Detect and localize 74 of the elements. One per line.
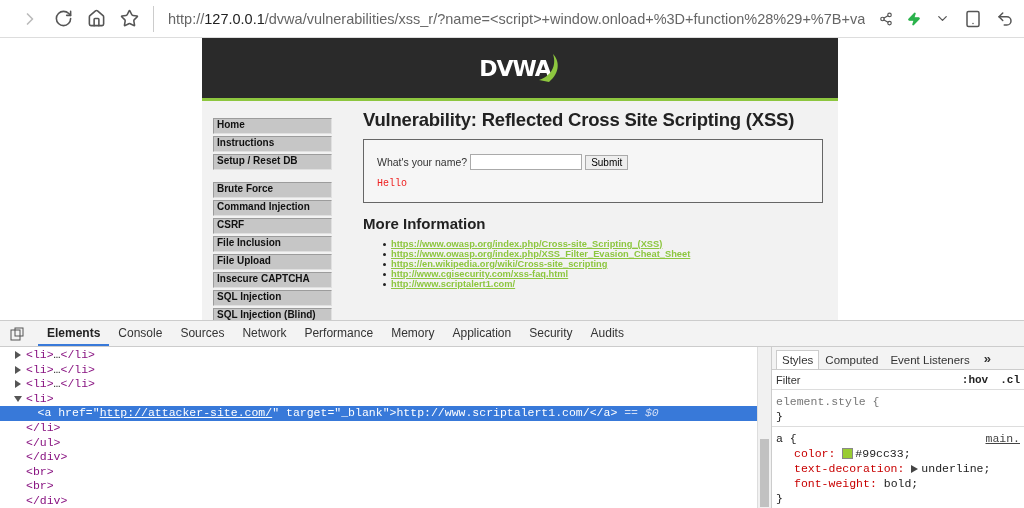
dom-line[interactable]: <br> xyxy=(0,479,757,494)
cls-toggle[interactable]: .cl xyxy=(1000,373,1020,386)
color-swatch[interactable] xyxy=(842,448,854,459)
tablet-icon[interactable] xyxy=(964,9,982,28)
menu-item[interactable]: Setup / Reset DB xyxy=(213,154,332,170)
devtools-tab[interactable]: Performance xyxy=(295,321,383,346)
menu-item[interactable]: Insecure CAPTCHA xyxy=(213,272,332,288)
menu-item[interactable]: File Inclusion xyxy=(213,236,332,252)
rule-selector: element.style { xyxy=(776,394,880,409)
dom-line[interactable]: <li>…</li> xyxy=(0,362,757,378)
star-icon[interactable] xyxy=(120,9,139,28)
expand-arrow-icon[interactable] xyxy=(911,464,919,473)
scrollbar[interactable] xyxy=(757,347,771,508)
devtools-tab[interactable]: Security xyxy=(520,321,582,346)
devtools-tab[interactable]: Application xyxy=(443,321,521,346)
closing-brace: } xyxy=(776,410,783,423)
styles-tab[interactable]: Computed xyxy=(819,350,885,370)
dom-line[interactable]: <li> xyxy=(0,391,757,407)
dom-line[interactable]: </div> xyxy=(0,493,757,508)
devtools-tab[interactable]: Memory xyxy=(382,321,444,346)
output-text: Hello xyxy=(377,178,408,189)
css-property: font-weight: bold; xyxy=(793,476,920,491)
menu-item[interactable]: File Upload xyxy=(213,254,332,270)
devtools-tab[interactable]: Console xyxy=(109,321,172,346)
devtools-tab[interactable]: Audits xyxy=(581,321,633,346)
css-property: color: #99cc33; xyxy=(793,446,912,461)
styles-tab[interactable]: Event Listeners xyxy=(884,350,976,370)
menu-item[interactable]: SQL Injection (Blind) xyxy=(213,308,332,320)
bullet-icon xyxy=(383,282,386,286)
source-link[interactable]: main. xyxy=(985,431,1020,446)
filter-field[interactable]: Filter xyxy=(776,373,950,386)
menu-item[interactable]: SQL Injection xyxy=(213,290,332,306)
share-icon[interactable] xyxy=(879,11,893,26)
expand-arrow-icon[interactable] xyxy=(14,365,22,374)
more-tabs-button[interactable]: » xyxy=(975,347,999,370)
menu-item[interactable]: Brute Force xyxy=(213,182,332,198)
undo-icon[interactable] xyxy=(996,9,1014,28)
bullet-icon xyxy=(383,252,386,256)
rule-selector: a { xyxy=(776,431,797,446)
devtools-tab[interactable]: Network xyxy=(233,321,296,346)
address-field[interactable]: http://127.0.0.1/dvwa/vulnerabilities/xss_r/?name=<script>+window.onload+%3D+function%28%29+%7B+va xyxy=(153,5,865,32)
styles-tab[interactable]: Styles xyxy=(776,350,820,370)
dock-icon[interactable] xyxy=(10,326,24,341)
menu-item[interactable]: Command Injection xyxy=(213,200,332,216)
devtools-tab[interactable]: Elements xyxy=(38,321,110,346)
expand-arrow-icon[interactable] xyxy=(14,351,22,359)
expand-arrow-icon[interactable] xyxy=(14,380,22,389)
bullet-icon xyxy=(383,262,386,266)
logo: DVWA xyxy=(479,50,561,86)
closing-brace: } xyxy=(776,492,783,505)
dom-line[interactable]: <li>…</li> xyxy=(0,348,757,363)
lightning-icon[interactable] xyxy=(907,11,921,26)
hov-toggle[interactable]: :hov xyxy=(961,373,989,386)
name-field[interactable] xyxy=(470,154,583,170)
bullet-icon xyxy=(383,242,386,246)
submit-button[interactable]: Submit xyxy=(585,154,629,170)
dom-link[interactable]: http://attacker-site.com/ xyxy=(99,406,273,420)
menu-item[interactable]: Instructions xyxy=(213,136,332,152)
refresh-icon[interactable] xyxy=(54,9,73,28)
page-title: Vulnerability: Reflected Cross Site Scripting (XSS) xyxy=(363,109,796,131)
name-label: What's your name? xyxy=(377,156,468,168)
menu-item[interactable]: Home xyxy=(213,118,332,134)
dom-line[interactable]: </li> xyxy=(0,420,757,436)
menu-item[interactable]: CSRF xyxy=(213,218,332,234)
css-property: text-decoration: underline; xyxy=(793,461,992,476)
bullet-icon xyxy=(383,272,386,276)
devtools-tab[interactable]: Sources xyxy=(171,321,234,346)
section-heading: More Information xyxy=(363,215,487,232)
dom-line[interactable]: <br> xyxy=(0,464,757,480)
dom-line[interactable]: <li>…</li> xyxy=(0,377,757,392)
dom-line[interactable]: </ul> xyxy=(0,435,757,451)
dom-line[interactable]: </div> xyxy=(0,450,757,465)
home-icon[interactable] xyxy=(87,9,106,28)
collapse-arrow-icon[interactable] xyxy=(14,394,22,403)
